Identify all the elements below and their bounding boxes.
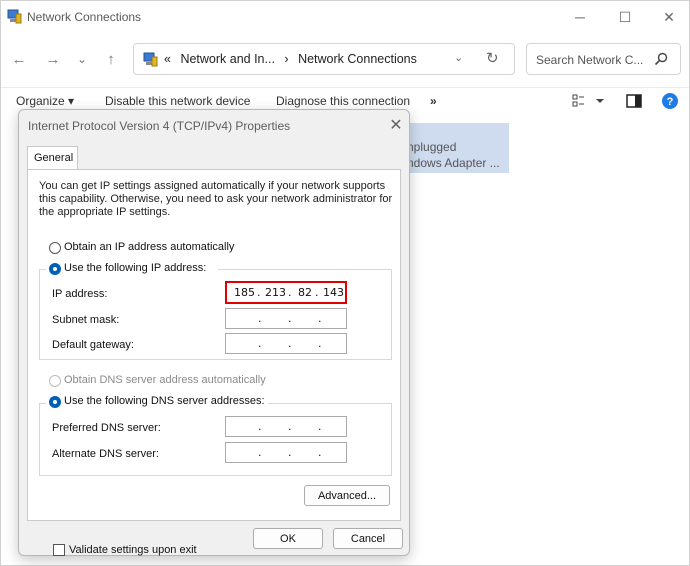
ip-dot: . bbox=[288, 420, 292, 433]
ip-octet-3: 82 bbox=[298, 286, 312, 299]
ip-dot: . bbox=[288, 312, 292, 325]
back-button[interactable]: ← bbox=[8, 48, 30, 70]
search-placeholder: Search Network C... bbox=[536, 53, 644, 67]
subnet-mask-label: Subnet mask: bbox=[52, 314, 120, 326]
ip-dot: . bbox=[258, 312, 262, 325]
search-box[interactable]: Search Network C... bbox=[526, 43, 681, 75]
recent-locations-button[interactable]: ⌄ bbox=[71, 48, 93, 70]
breadcrumb-overflow[interactable]: « bbox=[164, 52, 171, 66]
ip-dot: . bbox=[318, 446, 322, 459]
adapter-status: nplugged bbox=[407, 140, 457, 154]
network-adapter-tile[interactable]: nplugged ndows Adapter ... bbox=[397, 123, 509, 173]
ip-dot: . bbox=[258, 446, 262, 459]
ip-dot: . bbox=[288, 286, 292, 299]
ip-octet-1: 185 bbox=[234, 286, 255, 299]
ip-address-group: IP address: 185 . 213 . 82 . 143 Subnet … bbox=[39, 269, 392, 360]
title-bar: Network Connections ─ ☐ ✕ bbox=[1, 1, 689, 33]
close-button[interactable]: ✕ bbox=[646, 1, 690, 33]
network-connections-icon bbox=[143, 52, 158, 67]
adapter-device: ndows Adapter ... bbox=[407, 156, 500, 170]
preferred-dns-field[interactable]: . . . bbox=[225, 416, 347, 437]
address-dropdown-button[interactable]: ⌄ bbox=[454, 51, 463, 64]
breadcrumb-network-connections[interactable]: Network Connections bbox=[298, 52, 417, 66]
subnet-mask-field[interactable]: . . . bbox=[225, 308, 347, 329]
more-commands-button[interactable]: » bbox=[430, 94, 437, 108]
svg-text:?: ? bbox=[667, 96, 674, 108]
ip-octet-2: 213 bbox=[265, 286, 286, 299]
preferred-dns-label: Preferred DNS server: bbox=[52, 422, 161, 434]
dialog-close-button[interactable]: ✕ bbox=[385, 114, 407, 136]
use-following-ip-radio[interactable] bbox=[49, 263, 61, 275]
breadcrumb-network-and-internet[interactable]: Network and In... bbox=[180, 52, 275, 66]
navigation-bar: ← → ⌄ ↑ « Network and In... › Network Co… bbox=[1, 39, 689, 79]
preview-pane-icon[interactable] bbox=[626, 92, 642, 110]
ip-dot: . bbox=[315, 286, 319, 299]
obtain-dns-auto-radio[interactable] bbox=[49, 375, 61, 387]
minimize-button[interactable]: ─ bbox=[557, 1, 603, 33]
ip-dot: . bbox=[318, 420, 322, 433]
validate-settings-label[interactable]: Validate settings upon exit bbox=[69, 544, 197, 556]
advanced-button[interactable]: Advanced... bbox=[304, 485, 390, 506]
network-connections-icon bbox=[7, 9, 22, 24]
ip-dot: . bbox=[257, 286, 261, 299]
use-following-ip-label[interactable]: Use the following IP address: bbox=[64, 262, 206, 274]
ip-octet-4: 143 bbox=[323, 286, 344, 299]
ip-dot: . bbox=[318, 312, 322, 325]
organize-menu[interactable]: Organize ▾ bbox=[16, 94, 74, 108]
alternate-dns-label: Alternate DNS server: bbox=[52, 448, 159, 460]
obtain-ip-auto-label[interactable]: Obtain an IP address automatically bbox=[64, 241, 234, 253]
validate-settings-checkbox[interactable] bbox=[53, 544, 65, 556]
obtain-ip-auto-radio[interactable] bbox=[49, 242, 61, 254]
diagnose-connection-button[interactable]: Diagnose this connection bbox=[276, 94, 410, 108]
disable-device-button[interactable]: Disable this network device bbox=[105, 94, 250, 108]
general-panel: You can get IP settings assigned automat… bbox=[27, 169, 401, 556]
ip-dot: . bbox=[288, 446, 292, 459]
alternate-dns-field[interactable]: . . . bbox=[225, 442, 347, 463]
up-button[interactable]: ↑ bbox=[100, 48, 122, 70]
dialog-title: Internet Protocol Version 4 (TCP/IPv4) P… bbox=[28, 119, 291, 133]
refresh-button[interactable]: ↻ bbox=[486, 49, 499, 67]
view-options-icon[interactable] bbox=[572, 92, 604, 110]
ipv4-properties-dialog: Internet Protocol Version 4 (TCP/IPv4) P… bbox=[18, 109, 410, 556]
use-following-dns-radio[interactable] bbox=[49, 396, 61, 408]
maximize-button[interactable]: ☐ bbox=[602, 1, 648, 33]
search-icon[interactable] bbox=[653, 51, 669, 67]
obtain-dns-auto-label[interactable]: Obtain DNS server address automatically bbox=[64, 374, 266, 386]
window-title: Network Connections bbox=[27, 10, 142, 24]
tab-general[interactable]: General bbox=[27, 146, 78, 170]
ip-address-label: IP address: bbox=[52, 288, 108, 300]
ip-dot: . bbox=[258, 337, 262, 350]
cancel-button[interactable]: Cancel bbox=[333, 528, 403, 549]
default-gateway-field[interactable]: . . . bbox=[225, 333, 347, 354]
description-text: You can get IP settings assigned automat… bbox=[39, 180, 393, 218]
default-gateway-label: Default gateway: bbox=[52, 339, 134, 351]
forward-button[interactable]: → bbox=[42, 48, 64, 70]
ip-address-field[interactable]: 185 . 213 . 82 . 143 bbox=[225, 281, 347, 304]
ip-dot: . bbox=[318, 337, 322, 350]
breadcrumb: « Network and In... › Network Connection… bbox=[164, 52, 423, 66]
tab-general-label: General bbox=[34, 152, 74, 164]
dns-server-group: Preferred DNS server: . . . Alternate DN… bbox=[39, 403, 392, 476]
ip-dot: . bbox=[288, 337, 292, 350]
use-following-dns-label[interactable]: Use the following DNS server addresses: bbox=[64, 395, 265, 407]
ip-dot: . bbox=[258, 420, 262, 433]
address-bar[interactable]: « Network and In... › Network Connection… bbox=[133, 43, 515, 75]
ok-button[interactable]: OK bbox=[253, 528, 323, 549]
help-icon[interactable]: ? bbox=[661, 92, 679, 110]
breadcrumb-separator[interactable]: › bbox=[284, 52, 288, 66]
